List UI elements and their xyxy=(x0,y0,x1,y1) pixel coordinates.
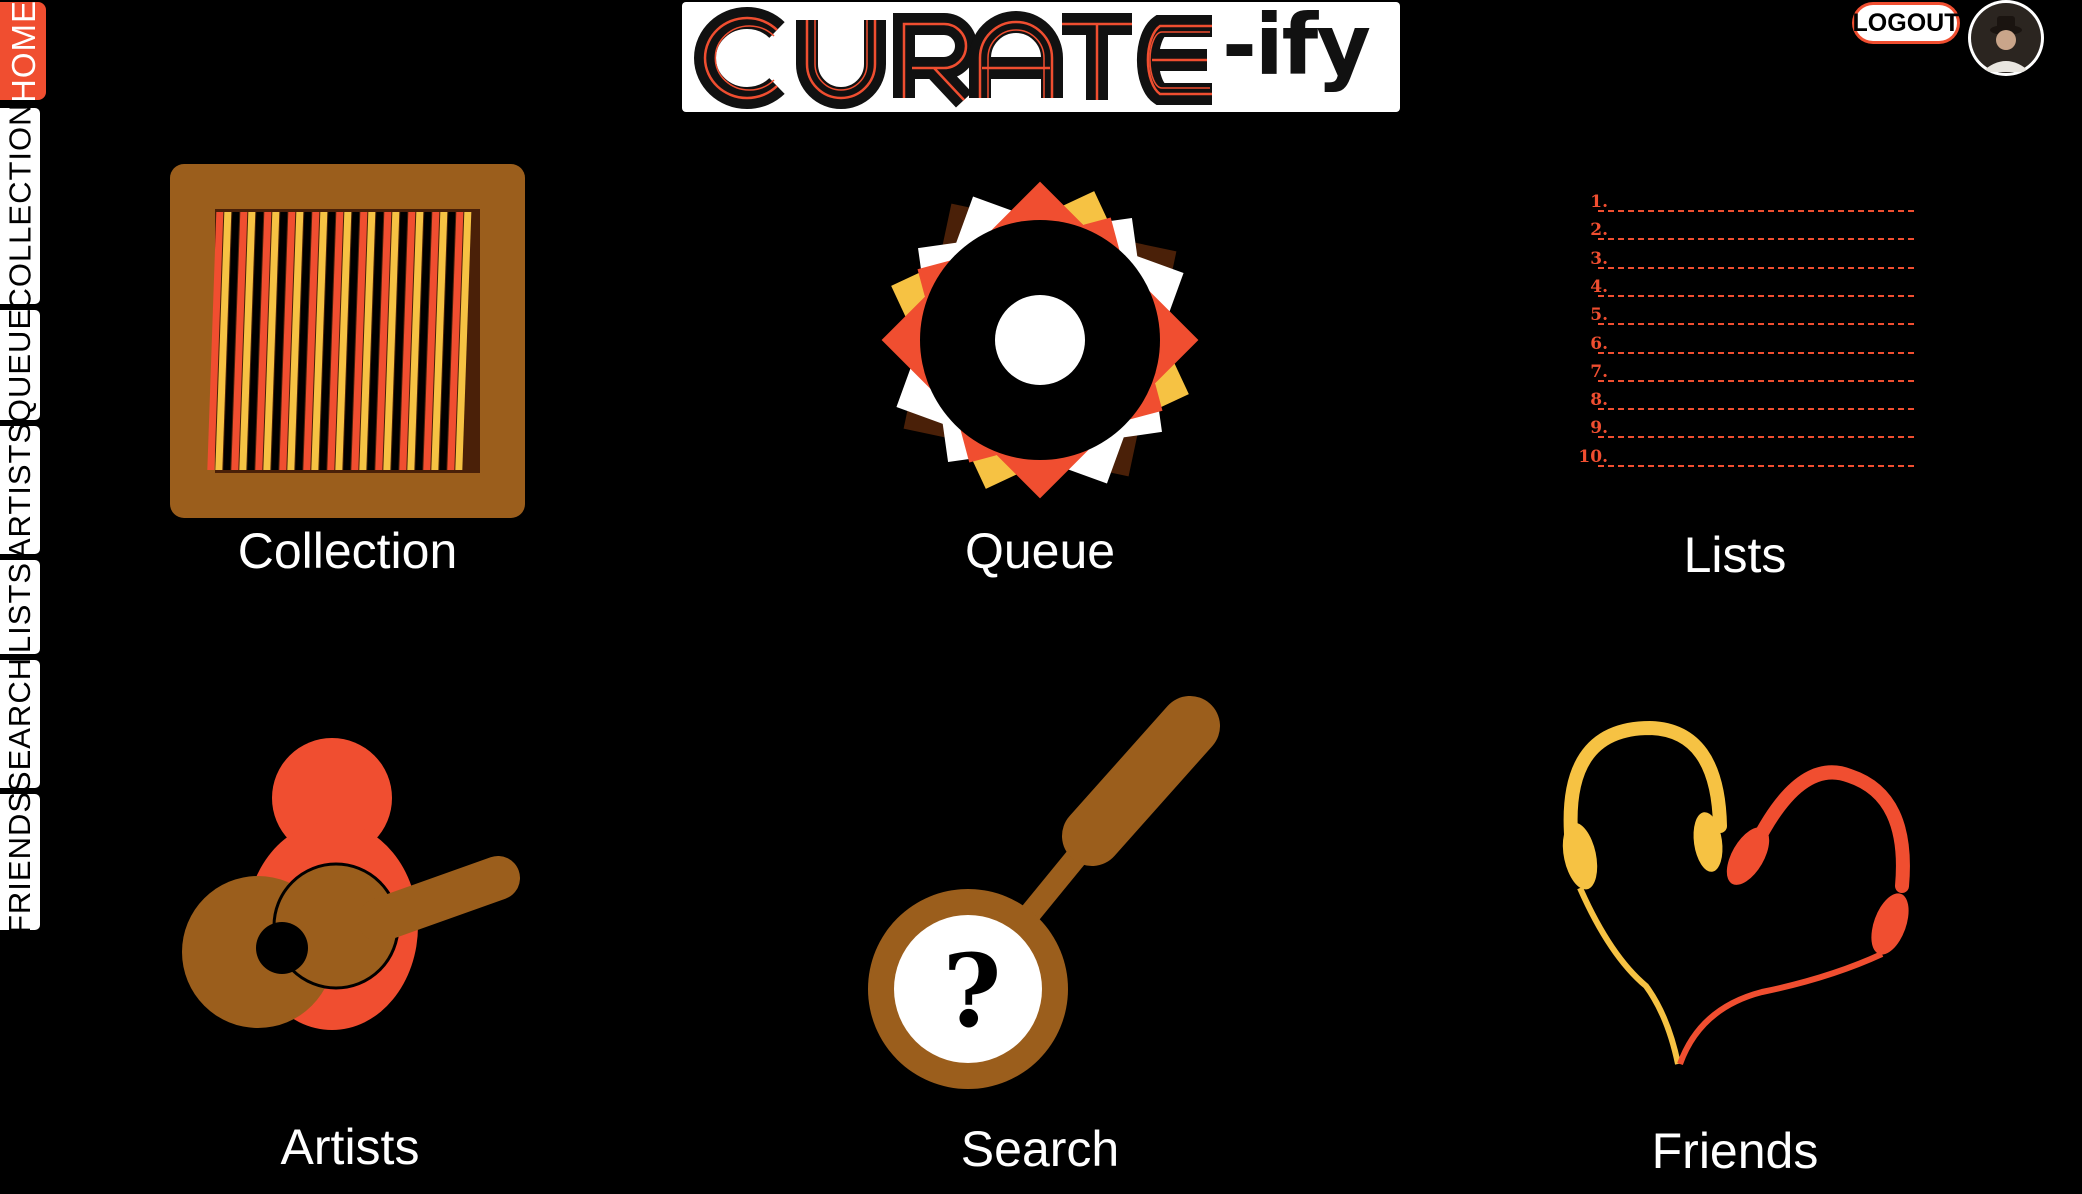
list-line-number: 10. xyxy=(1578,446,1608,467)
tile-search[interactable]: ? Search xyxy=(860,696,1220,1176)
list-line-rule xyxy=(1598,464,1914,467)
list-line: 8. xyxy=(1550,388,1920,416)
nav-tab-home[interactable]: HOME xyxy=(0,2,46,100)
curate-logo-icon xyxy=(694,7,1212,109)
list-line: 5. xyxy=(1550,303,1920,331)
nav-tab-artists-label: ARTISTS xyxy=(2,426,38,554)
list-line: 10. xyxy=(1550,445,1920,473)
tile-collection-label: Collection xyxy=(237,523,458,579)
list-line-rule xyxy=(1598,408,1914,411)
nav-tab-friends-label: FRIENDS xyxy=(2,794,38,930)
vinyl-record-icon xyxy=(881,181,1199,499)
nav-tab-queue[interactable]: QUEUE xyxy=(0,310,40,420)
list-line-rule xyxy=(1598,266,1914,269)
side-navigation: HOME COLLECTION QUEUE ARTISTS LISTS SEAR… xyxy=(0,0,52,940)
nav-tab-home-label: HOME xyxy=(4,2,42,100)
user-avatar-icon xyxy=(1971,3,2041,73)
list-line-rule xyxy=(1598,294,1914,297)
nav-tab-lists-label: LISTS xyxy=(2,561,38,653)
list-line-rule xyxy=(1598,210,1914,212)
tile-friends[interactable]: Friends xyxy=(1550,716,1920,1176)
tile-lists-label: Lists xyxy=(1683,527,1787,583)
tile-artists[interactable]: Artists xyxy=(180,730,520,1175)
nav-tab-queue-label: QUEUE xyxy=(2,310,38,420)
tile-friends-label: Friends xyxy=(1651,1123,1819,1179)
list-line-rule xyxy=(1598,379,1914,382)
list-line: 9. xyxy=(1550,416,1920,444)
list-line: 7. xyxy=(1550,360,1920,388)
tile-artists-label: Artists xyxy=(280,1119,420,1175)
magnifying-glass-icon: ? xyxy=(868,696,1220,1089)
nav-tab-collection-label: COLLECTION xyxy=(2,108,38,304)
nav-tab-search-label: SEARCH xyxy=(2,660,38,788)
list-line-number: 2. xyxy=(1590,220,1608,241)
tile-queue-label: Queue xyxy=(964,523,1116,579)
record-crate-icon xyxy=(170,164,525,518)
nav-tab-collection[interactable]: COLLECTION xyxy=(0,108,40,304)
list-line: 1. xyxy=(1550,190,1920,218)
list-line-number: 4. xyxy=(1590,276,1608,297)
list-line: 3. xyxy=(1550,247,1920,275)
tile-lists[interactable]: 1. 2. 3. 4. 5. 6. 7. 8. 9. 10. Lists xyxy=(1550,190,1920,584)
numbered-list-icon: 1. 2. 3. 4. 5. 6. 7. 8. 9. 10. xyxy=(1550,190,1920,480)
question-mark-glyph: ? xyxy=(943,932,1002,1050)
list-line-number: 5. xyxy=(1590,305,1608,326)
logout-button[interactable]: LOGOUT xyxy=(1852,2,1960,44)
user-avatar[interactable] xyxy=(1968,0,2044,76)
list-line-rule xyxy=(1598,323,1914,326)
tile-collection[interactable]: Collection xyxy=(170,164,525,584)
nav-tab-lists[interactable]: LISTS xyxy=(0,560,40,654)
app-logo[interactable]: -ify xyxy=(682,0,1400,112)
nav-tab-search[interactable]: SEARCH xyxy=(0,660,40,788)
nav-tab-friends[interactable]: FRIENDS xyxy=(0,794,40,930)
logout-label: LOGOUT xyxy=(1853,5,1959,41)
list-line-rule xyxy=(1598,351,1914,354)
list-line: 2. xyxy=(1550,218,1920,246)
list-line-number: 8. xyxy=(1590,390,1608,411)
guitarist-icon xyxy=(182,738,520,1030)
list-line-rule xyxy=(1598,436,1914,439)
list-line: 4. xyxy=(1550,275,1920,303)
list-line: 6. xyxy=(1550,332,1920,360)
headphones-heart-icon xyxy=(1562,720,1910,1066)
list-line-number: 9. xyxy=(1590,418,1608,439)
list-line-number: 3. xyxy=(1590,248,1608,269)
list-line-number: 1. xyxy=(1590,192,1608,212)
logo-suffix: -ify xyxy=(1222,0,1371,94)
list-line-number: 6. xyxy=(1590,333,1608,354)
tile-queue[interactable]: Queue xyxy=(860,160,1220,584)
nav-tab-artists[interactable]: ARTISTS xyxy=(0,426,40,554)
list-line-number: 7. xyxy=(1590,361,1608,382)
list-line-rule xyxy=(1598,238,1914,241)
tile-search-label: Search xyxy=(960,1121,1120,1177)
